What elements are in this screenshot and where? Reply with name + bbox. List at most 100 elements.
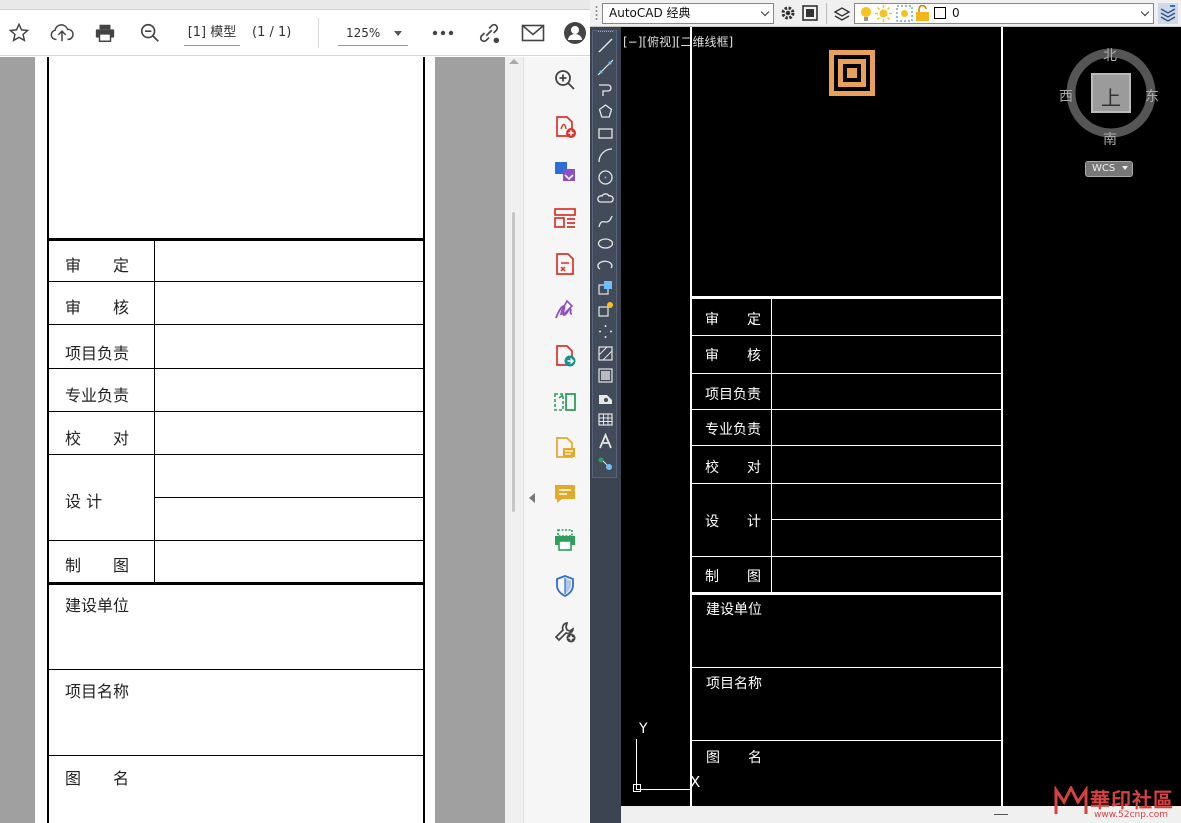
layer-select[interactable]: 0 xyxy=(854,3,1154,24)
export-pdf-icon[interactable] xyxy=(550,112,580,142)
chevron-down-icon xyxy=(394,31,402,36)
wcs-menu[interactable]: WCS xyxy=(1085,161,1133,177)
wcs-label: WCS xyxy=(1092,163,1116,174)
chevron-down-icon xyxy=(760,7,770,17)
cad-row-label-discipline-lead: 专业负责 xyxy=(705,422,761,438)
toolbar-divider xyxy=(318,18,319,48)
viewcube-north[interactable]: 北 xyxy=(1103,45,1117,65)
cad-row-label-approve: 审 定 xyxy=(705,312,761,328)
print-production-icon[interactable] xyxy=(550,525,580,555)
row-label-check: 校 对 xyxy=(65,429,130,448)
viewcube-top-face[interactable]: 上 xyxy=(1101,82,1121,111)
table-icon[interactable] xyxy=(597,411,614,428)
print-icon[interactable] xyxy=(90,10,120,56)
region-icon[interactable] xyxy=(597,389,614,406)
circle-icon[interactable] xyxy=(597,169,614,186)
zoom-out-icon[interactable] xyxy=(135,10,165,56)
vertical-scrollbar[interactable] xyxy=(505,57,523,823)
chevron-down-icon xyxy=(1122,166,1128,170)
send-for-review-icon[interactable] xyxy=(550,341,580,371)
scroll-thumb[interactable] xyxy=(994,814,1008,815)
ucs-x-label: X xyxy=(690,773,701,791)
construction-line-icon[interactable] xyxy=(597,59,614,76)
document-canvas[interactable]: 审 定 审 核 项目负责 专业负责 校 对 设 计 制 图 建设单位 项目名称 … xyxy=(0,57,523,823)
cad-row-label-review: 审 核 xyxy=(705,348,761,364)
fill-sign-icon[interactable] xyxy=(550,295,580,325)
toolbar-grip[interactable] xyxy=(598,31,613,34)
clean-screen-icon[interactable] xyxy=(801,4,819,22)
ucs-y-label: Y xyxy=(639,721,648,737)
cad-row-label-design: 设 计 xyxy=(705,514,761,530)
ellipse-arc-icon[interactable] xyxy=(597,257,614,274)
workspace-value: AutoCAD 经典 xyxy=(609,6,691,20)
viewcube[interactable]: 北 南 东 西 上 WCS xyxy=(1059,39,1161,199)
point-icon[interactable] xyxy=(597,323,614,340)
polyline-icon[interactable] xyxy=(597,81,614,98)
spline-icon[interactable] xyxy=(597,213,614,230)
collapse-panel-toggle[interactable] xyxy=(523,57,540,823)
layer-properties-icon[interactable] xyxy=(833,4,851,22)
insert-block-icon[interactable] xyxy=(597,279,614,296)
gradient-icon[interactable] xyxy=(597,367,614,384)
zoom-select[interactable]: 125% xyxy=(338,22,408,46)
organize-pages-icon[interactable] xyxy=(550,203,580,233)
viewcube-south[interactable]: 南 xyxy=(1103,129,1117,149)
pdf-viewer: [1] 模型 (1 / 1) 125% 审 定 审 核 项目负责 专业负责 校 … xyxy=(0,0,590,823)
ellipse-icon[interactable] xyxy=(597,235,614,252)
edit-pdf-icon[interactable] xyxy=(550,249,580,279)
link-icon[interactable] xyxy=(474,10,504,56)
more-tools-icon[interactable] xyxy=(550,617,580,647)
autocad-window: AutoCAD 经典 0 [−][俯视][二维线框] 审 定 审 核 项目负责 … xyxy=(590,0,1181,823)
viewport-controls-label[interactable]: [−][俯视][二维线框] xyxy=(623,33,733,50)
sun-icon xyxy=(875,5,892,22)
line-icon[interactable] xyxy=(597,37,614,54)
viewport-freeze-icon xyxy=(896,5,913,22)
workspace-settings-icon[interactable] xyxy=(779,4,797,22)
account-icon[interactable] xyxy=(562,10,588,56)
revision-cloud-icon[interactable] xyxy=(597,191,614,208)
layer-states-icon[interactable] xyxy=(1158,3,1178,24)
add-selected-icon[interactable] xyxy=(597,455,614,472)
hatch-icon[interactable] xyxy=(597,345,614,362)
ucs-x-axis xyxy=(636,789,691,790)
logo-block xyxy=(829,50,875,96)
section-label-project-name: 项目名称 xyxy=(65,682,130,701)
unlock-icon xyxy=(916,5,929,21)
watermark-name: 華印社區 xyxy=(1090,788,1174,812)
grip-icon[interactable] xyxy=(594,5,599,22)
comment-icon[interactable] xyxy=(550,479,580,509)
draw-toolbar-column xyxy=(592,30,617,478)
create-pdf-icon[interactable] xyxy=(550,157,580,187)
viewcube-west[interactable]: 西 xyxy=(1059,86,1073,106)
draw-toolbar xyxy=(590,27,621,823)
cad-section-project-name: 项目名称 xyxy=(706,676,762,692)
cloud-upload-icon[interactable] xyxy=(47,10,77,56)
multiline-text-icon[interactable] xyxy=(597,433,614,450)
ucs-origin xyxy=(633,784,641,792)
make-block-icon[interactable] xyxy=(597,301,614,318)
site-watermark: 華印社區 www.52cnp.com xyxy=(1048,782,1181,823)
protect-icon[interactable] xyxy=(550,571,580,601)
arc-icon[interactable] xyxy=(597,147,614,164)
model-space-viewport[interactable]: [−][俯视][二维线框] 审 定 审 核 项目负责 专业负责 校 对 设 计 … xyxy=(621,27,1181,823)
cad-toolbar: AutoCAD 经典 0 xyxy=(590,0,1181,27)
watermark-url: www.52cnp.com xyxy=(1094,810,1169,820)
cad-row-label-check: 校 对 xyxy=(705,460,761,476)
more-icon[interactable] xyxy=(428,10,458,56)
row-label-drafting: 制 图 xyxy=(65,556,130,575)
row-label-design: 设 计 xyxy=(65,492,103,511)
section-label-drawing-name: 图 名 xyxy=(65,769,130,788)
cad-row-label-drafting: 制 图 xyxy=(705,569,761,585)
mail-icon[interactable] xyxy=(518,10,548,56)
compare-icon[interactable] xyxy=(550,387,580,417)
tab-strip xyxy=(0,0,590,10)
rectangle-icon[interactable] xyxy=(597,125,614,142)
viewcube-east[interactable]: 东 xyxy=(1145,86,1159,106)
model-page-field[interactable]: [1] 模型 xyxy=(184,22,240,46)
workspace-select[interactable]: AutoCAD 经典 xyxy=(602,3,774,24)
layer-color-swatch xyxy=(934,7,946,19)
export-icon[interactable] xyxy=(550,433,580,463)
polygon-icon[interactable] xyxy=(597,103,614,120)
star-icon[interactable] xyxy=(4,10,34,56)
zoom-in-icon[interactable] xyxy=(550,65,580,95)
